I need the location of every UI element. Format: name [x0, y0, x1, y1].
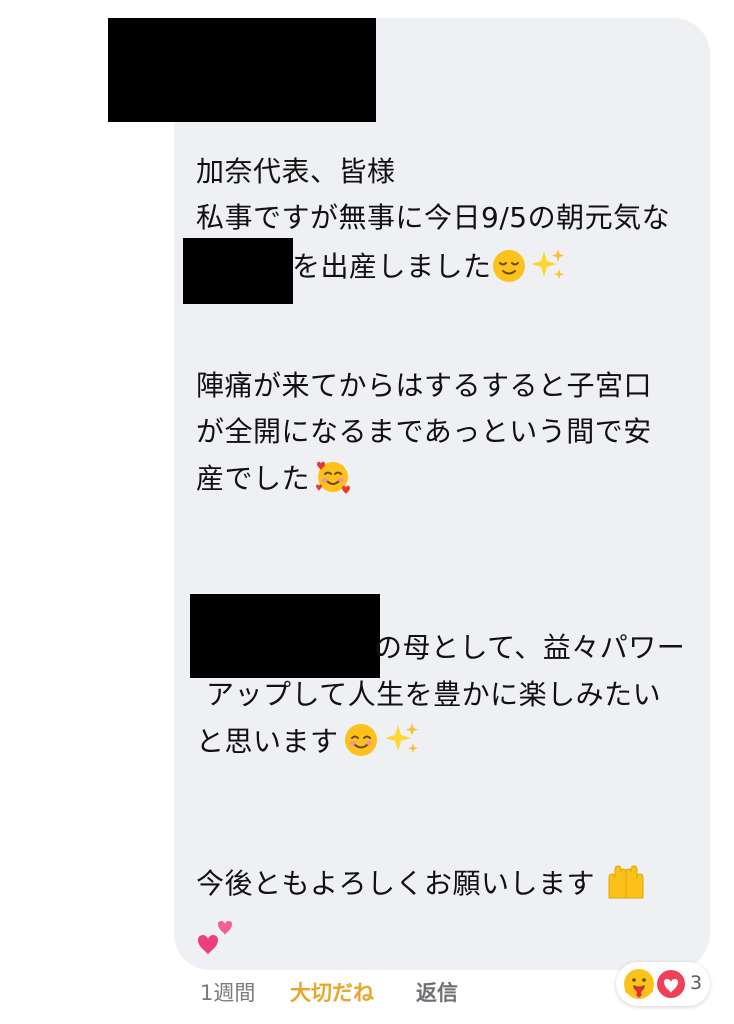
reaction-summary[interactable]: 3	[616, 962, 710, 1006]
comment-timestamp: 1週間	[200, 981, 256, 1005]
message-line: 陣痛が来てからはするすると子宮口	[196, 369, 653, 402]
sparkles-icon	[384, 721, 420, 757]
message-line: 産でした	[196, 462, 311, 495]
like-button[interactable]: 大切だね	[290, 983, 374, 1004]
redacted-text-block	[190, 594, 380, 678]
reply-button[interactable]: 返信	[416, 983, 458, 1004]
comment-thread: 加奈代表、皆様 私事ですが無事に今日9/5の朝元気な を出産しました 陣痛が来て…	[0, 0, 734, 1024]
redacted-author-name	[108, 18, 376, 122]
message-line: と思います	[196, 725, 339, 758]
sparkles-icon	[530, 247, 566, 283]
message-line: 今後ともよろしくお願いします	[196, 867, 596, 900]
message-line: 私事ですが無事に今日9/5の朝元気な	[196, 201, 671, 234]
palms-up-together-icon	[606, 864, 646, 900]
redacted-text-block	[183, 238, 293, 304]
message-line: が全開になるまであっという間で安	[196, 415, 652, 448]
message-line: 加奈代表、皆様	[196, 155, 396, 188]
message-line: アップして人生を豊かに楽しみたい	[206, 678, 662, 711]
reaction-count: 3	[690, 972, 703, 994]
message-line: を出産しました	[292, 250, 492, 283]
message-line: の母として、益々パワー	[374, 631, 686, 664]
care-reaction-icon	[622, 967, 656, 1001]
smiling-face-icon	[344, 723, 378, 757]
two-hearts-icon	[194, 918, 238, 958]
relieved-face-icon	[492, 249, 526, 283]
love-reaction-icon	[654, 967, 688, 1001]
smiling-face-with-hearts-icon	[314, 458, 352, 496]
